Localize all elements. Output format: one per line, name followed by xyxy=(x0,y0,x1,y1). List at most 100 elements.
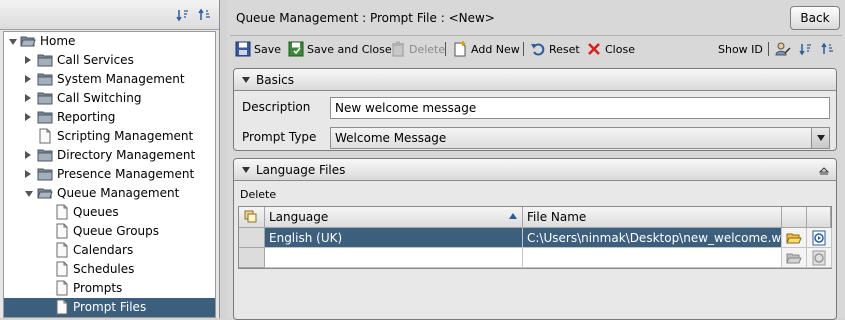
audio-file-icon xyxy=(812,230,826,246)
document-icon xyxy=(39,128,51,144)
document-icon xyxy=(56,223,68,239)
save-and-close-button[interactable]: Save and Close xyxy=(288,40,392,58)
toolbar: Save Save and Close Delete Add New Reset… xyxy=(230,35,842,61)
tree-item-presence-management[interactable]: Presence Management xyxy=(4,165,215,184)
back-button[interactable]: Back xyxy=(790,6,840,30)
navigation-tree: Home Call Services System Management Cal… xyxy=(3,31,216,318)
file-name-cell[interactable] xyxy=(523,248,782,268)
reset-button[interactable]: Reset xyxy=(530,40,580,58)
language-files-section: Language Files Delete Language File Name… xyxy=(233,158,837,320)
user-edit-icon[interactable] xyxy=(775,41,791,57)
file-name-cell[interactable]: C:\Users\ninmak\Desktop\new_welcome.wav xyxy=(523,228,782,248)
language-column-header[interactable]: Language xyxy=(265,207,523,228)
file-name-column-header[interactable]: File Name xyxy=(523,207,782,228)
tree-toolbar xyxy=(0,0,219,30)
document-icon xyxy=(56,280,68,296)
tree-item-queue-groups[interactable]: Queue Groups xyxy=(4,222,215,241)
tree-item-label: Queue Management xyxy=(57,186,180,200)
tree-item-queues[interactable]: Queues xyxy=(4,203,215,222)
undo-icon xyxy=(531,43,545,56)
prompt-type-value: Welcome Message xyxy=(335,131,447,145)
audio-file-disabled-icon xyxy=(812,250,826,266)
sort-descending-icon[interactable] xyxy=(176,8,190,22)
close-button[interactable]: Close xyxy=(586,40,635,58)
tree-item-queue-management[interactable]: Queue Management xyxy=(4,184,215,203)
tree-item-call-services[interactable]: Call Services xyxy=(4,51,215,70)
floppy-disk-icon xyxy=(235,41,251,57)
document-icon xyxy=(56,261,68,277)
basics-section-title: Basics xyxy=(256,73,295,87)
expanded-toggle-icon[interactable] xyxy=(25,191,33,197)
prompt-type-select[interactable]: Welcome Message xyxy=(330,127,830,149)
description-label: Description xyxy=(242,100,311,114)
toolbar-separator xyxy=(523,42,524,56)
prompt-type-label: Prompt Type xyxy=(242,130,317,144)
collapsed-toggle-icon[interactable] xyxy=(25,94,31,102)
collapse-icon[interactable] xyxy=(818,164,830,176)
tree-item-label: System Management xyxy=(57,72,185,86)
collapsed-toggle-icon[interactable] xyxy=(25,56,31,64)
document-icon xyxy=(56,204,68,220)
tree-item-directory-management[interactable]: Directory Management xyxy=(4,146,215,165)
description-input[interactable] xyxy=(330,97,830,119)
tree-item-label: Calendars xyxy=(73,243,134,257)
tree-item-system-management[interactable]: System Management xyxy=(4,70,215,89)
language-cell[interactable]: English (UK) xyxy=(265,228,523,248)
tree-item-label: Scripting Management xyxy=(57,129,194,143)
save-label: Save xyxy=(254,42,282,56)
play-audio-button[interactable] xyxy=(807,228,832,248)
sort-ascending-icon[interactable] xyxy=(821,42,835,56)
language-files-section-header[interactable]: Language Files xyxy=(234,159,836,181)
delete-button[interactable]: Delete xyxy=(390,40,445,58)
tree-item-label: Queues xyxy=(73,205,119,219)
add-new-button[interactable]: Add New xyxy=(452,40,520,58)
collapsed-toggle-icon[interactable] xyxy=(25,113,31,121)
sort-ascending-icon xyxy=(509,213,517,219)
folder-icon xyxy=(37,92,53,105)
add-new-label: Add New xyxy=(471,42,520,56)
tree-item-home[interactable]: Home xyxy=(4,32,215,51)
tree-item-label: Directory Management xyxy=(57,148,196,162)
tree-item-label: Prompts xyxy=(73,281,123,295)
folder-icon xyxy=(37,54,53,67)
row-header[interactable] xyxy=(239,248,265,268)
tree-item-label: Presence Management xyxy=(57,167,195,181)
collapsed-toggle-icon[interactable] xyxy=(25,151,31,159)
folder-icon xyxy=(37,111,53,124)
basics-section-header[interactable]: Basics xyxy=(234,69,836,91)
tree-item-call-switching[interactable]: Call Switching xyxy=(4,89,215,108)
folder-icon xyxy=(37,149,53,162)
tree-item-prompts[interactable]: Prompts xyxy=(4,279,215,298)
browse-file-button[interactable] xyxy=(782,248,807,268)
play-audio-button[interactable] xyxy=(807,248,832,268)
tree-item-label: Reporting xyxy=(57,110,116,124)
save-button[interactable]: Save xyxy=(235,40,281,58)
browse-column-header xyxy=(782,207,807,228)
tree-item-reporting[interactable]: Reporting xyxy=(4,108,215,127)
section-toggle-icon[interactable] xyxy=(242,77,250,83)
language-files-table: Language File Name English (UK) C:\Users… xyxy=(238,206,832,269)
delete-row-button[interactable]: Delete xyxy=(240,188,276,201)
dropdown-arrow-icon[interactable] xyxy=(811,128,829,148)
document-icon xyxy=(56,299,68,315)
tree-item-scripting-management[interactable]: Scripting Management xyxy=(4,127,215,146)
tree-item-prompt-files[interactable]: Prompt Files xyxy=(4,298,215,317)
tree-item-label: Call Services xyxy=(57,53,134,67)
section-toggle-icon[interactable] xyxy=(242,167,250,173)
tree-item-label: Call Switching xyxy=(57,91,142,105)
language-cell[interactable] xyxy=(265,248,523,268)
browse-file-button[interactable] xyxy=(782,228,807,248)
expanded-toggle-icon[interactable] xyxy=(9,39,17,45)
sort-descending-icon[interactable] xyxy=(799,42,813,56)
show-id-button[interactable]: Show ID xyxy=(718,40,763,58)
tree-item-calendars[interactable]: Calendars xyxy=(4,241,215,260)
select-all-header[interactable] xyxy=(239,207,265,228)
collapsed-toggle-icon[interactable] xyxy=(25,75,31,83)
row-header[interactable] xyxy=(239,228,265,248)
collapsed-toggle-icon[interactable] xyxy=(25,170,31,178)
folder-open-icon xyxy=(20,36,36,47)
folder-open-disabled-icon xyxy=(786,253,802,264)
language-files-section-title: Language Files xyxy=(256,163,346,177)
tree-item-schedules[interactable]: Schedules xyxy=(4,260,215,279)
sort-ascending-icon[interactable] xyxy=(198,8,212,22)
